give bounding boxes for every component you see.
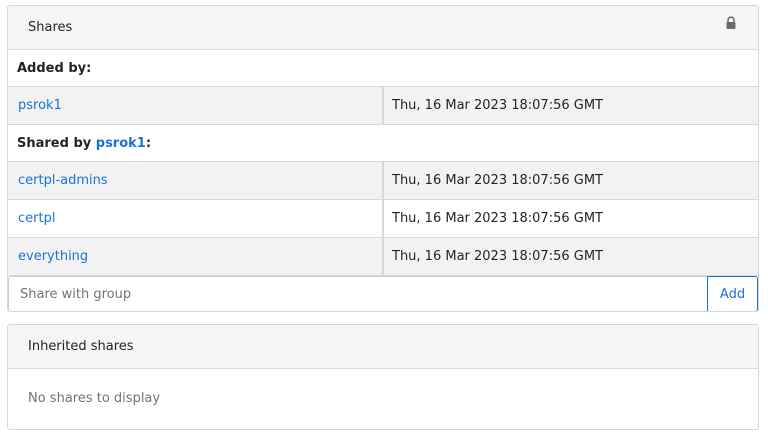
added-by-user-link[interactable]: psrok1	[18, 98, 62, 113]
share-group-cell: certpl-admins	[8, 162, 384, 199]
no-shares-message: No shares to display	[28, 391, 161, 406]
shared-by-user-link[interactable]: psrok1	[96, 136, 146, 151]
shared-by-prefix: Shared by	[17, 135, 96, 151]
lock-icon	[724, 15, 738, 30]
inherited-shares-panel: Inherited shares No shares to display	[7, 324, 759, 430]
share-group-cell: everything	[8, 238, 384, 275]
inherited-shares-title: Inherited shares	[28, 339, 134, 354]
share-date: Thu, 16 Mar 2023 18:07:56 GMT	[392, 211, 603, 226]
share-group-link[interactable]: certpl-admins	[18, 173, 108, 188]
share-group-link[interactable]: certpl	[18, 211, 55, 226]
add-button[interactable]: Add	[707, 276, 758, 311]
share-date: Thu, 16 Mar 2023 18:07:56 GMT	[392, 173, 603, 188]
share-group-cell: certpl	[8, 200, 384, 237]
shares-panel: Shares Added by: psrok1 Thu, 16 Mar 2023…	[7, 5, 759, 312]
inherited-shares-header: Inherited shares	[8, 325, 758, 369]
shares-panel-title: Shares	[28, 20, 73, 35]
share-row: certpl Thu, 16 Mar 2023 18:07:56 GMT	[8, 200, 758, 238]
added-by-heading: Added by:	[8, 50, 758, 87]
share-row: everything Thu, 16 Mar 2023 18:07:56 GMT	[8, 238, 758, 276]
share-group-link[interactable]: everything	[18, 249, 88, 264]
added-by-row: psrok1 Thu, 16 Mar 2023 18:07:56 GMT	[8, 87, 758, 125]
shares-panel-header: Shares	[8, 6, 758, 50]
shared-by-heading: Shared by psrok1:	[8, 125, 758, 162]
added-by-user-cell: psrok1	[8, 87, 384, 124]
added-by-label: Added by:	[17, 60, 92, 76]
shared-by-suffix: :	[145, 135, 152, 151]
added-by-date: Thu, 16 Mar 2023 18:07:56 GMT	[392, 98, 603, 113]
share-with-group-input[interactable]	[8, 276, 707, 311]
share-row: certpl-admins Thu, 16 Mar 2023 18:07:56 …	[8, 162, 758, 200]
share-with-group-form: Add	[8, 276, 758, 311]
share-date: Thu, 16 Mar 2023 18:07:56 GMT	[392, 249, 603, 264]
